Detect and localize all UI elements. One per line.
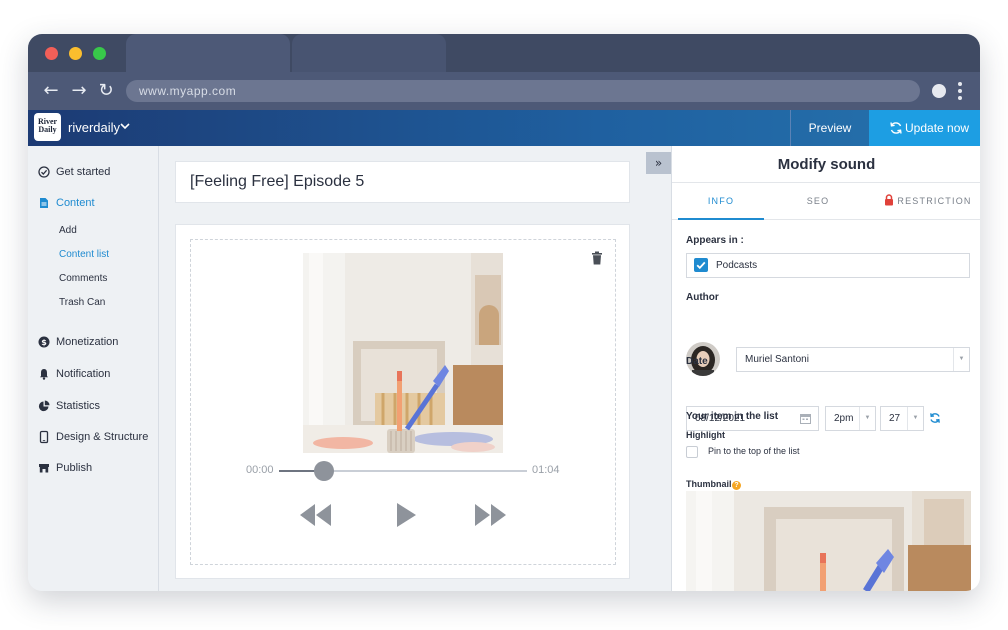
episode-title: [Feeling Free] Episode 5: [190, 173, 365, 190]
sidebar-item-label: Statistics: [56, 400, 101, 412]
chevron-down-icon: ▼: [859, 407, 875, 430]
panel-title: Modify sound: [777, 156, 876, 173]
chevron-down-icon[interactable]: [120, 121, 130, 131]
sidebar-subitem-trash-can[interactable]: Trash Can: [59, 297, 105, 308]
phone-icon: [39, 430, 49, 444]
collapse-panel-button[interactable]: »: [646, 152, 671, 174]
tab-seo[interactable]: SEO: [776, 183, 860, 220]
sidebar-item-label: Publish: [56, 462, 93, 474]
appears-in-value: Podcasts: [716, 260, 758, 271]
forward-arrow-icon[interactable]: →: [68, 80, 90, 102]
duration-time: 01:04: [532, 464, 560, 476]
refresh-icon[interactable]: [929, 412, 941, 424]
lock-icon: [885, 194, 894, 206]
check-circle-icon: [38, 166, 50, 178]
browser-titlebar: [28, 34, 980, 72]
hour-select[interactable]: 2pm ▼: [825, 406, 876, 431]
seek-handle[interactable]: [313, 461, 334, 481]
back-arrow-icon[interactable]: ←: [40, 80, 62, 102]
sidebar-item-label: Content: [56, 197, 95, 209]
trash-icon[interactable]: [591, 251, 603, 265]
sidebar-item-label: Get started: [56, 166, 111, 178]
checkmark-icon: [696, 261, 706, 270]
minute-value: 27: [889, 413, 901, 424]
app-header: River Daily riverdaily Preview Update no…: [28, 110, 980, 146]
panel-tabs: INFO SEO RESTRICTION: [672, 182, 980, 220]
play-icon[interactable]: [394, 502, 418, 528]
date-label: Date: [686, 356, 708, 367]
browser-window: ← → ↻ www.myapp.com River Daily riverdai…: [28, 34, 980, 591]
browser-tab-inactive[interactable]: [292, 34, 446, 72]
audio-player-card: 00:00 01:04: [175, 224, 630, 579]
author-value: Muriel Santoni: [745, 354, 809, 365]
sync-icon: [890, 122, 902, 134]
maximize-window-button[interactable]: [93, 47, 106, 60]
preview-button[interactable]: Preview: [790, 110, 869, 146]
appears-in-field[interactable]: Podcasts: [686, 253, 970, 278]
profile-icon[interactable]: [932, 84, 946, 98]
minute-select[interactable]: 27 ▼: [880, 406, 924, 431]
update-now-label: Update now: [905, 121, 970, 135]
calendar-icon[interactable]: [800, 413, 811, 424]
browser-tab-active[interactable]: [126, 34, 290, 72]
site-switcher-label[interactable]: riverdaily: [68, 120, 120, 135]
help-icon[interactable]: ?: [732, 481, 741, 490]
thumbnail-label: Thumbnail: [686, 479, 732, 489]
app-logo: River Daily: [34, 113, 61, 141]
author-select[interactable]: Muriel Santoni ▼: [736, 347, 970, 372]
episode-cover-image: [303, 253, 503, 453]
highlight-label: Highlight: [686, 430, 725, 440]
browser-toolbar: ← → ↻ www.myapp.com: [28, 72, 980, 110]
sidebar-subitem-content-list[interactable]: Content list: [59, 249, 109, 260]
podcasts-checkbox[interactable]: [694, 258, 708, 272]
reload-icon[interactable]: ↻: [95, 80, 117, 102]
properties-panel: Modify sound INFO SEO RESTRICTION Appear…: [671, 146, 980, 591]
editor-main: [Feeling Free] Episode 5 00:00 01:04: [160, 146, 671, 591]
sidebar-item-label: Monetization: [56, 336, 119, 348]
dollar-icon: $: [38, 336, 50, 348]
browser-menu-icon[interactable]: [957, 81, 963, 101]
minimize-window-button[interactable]: [69, 47, 82, 60]
hour-value: 2pm: [834, 413, 854, 424]
appears-in-label: Appears in :: [686, 235, 744, 246]
author-label: Author: [686, 292, 719, 303]
list-section-label: Your item in the list: [686, 411, 779, 422]
tab-restriction[interactable]: RESTRICTION: [878, 183, 978, 220]
rewind-icon[interactable]: [299, 502, 333, 528]
document-icon: [40, 198, 48, 208]
sidebar-subitem-comments[interactable]: Comments: [59, 273, 107, 284]
tab-info[interactable]: INFO: [678, 183, 764, 220]
pin-to-top-label: Pin to the top of the list: [708, 446, 800, 456]
close-window-button[interactable]: [45, 47, 58, 60]
address-bar[interactable]: www.myapp.com: [126, 80, 920, 102]
pie-chart-icon: [38, 400, 50, 412]
thumbnail-image[interactable]: [686, 491, 971, 591]
chevron-down-icon: ▼: [953, 348, 969, 371]
bell-icon: [40, 369, 48, 380]
chevron-down-icon: ▼: [907, 407, 923, 430]
store-icon: [39, 464, 49, 473]
tab-restriction-label: RESTRICTION: [897, 196, 972, 206]
svg-text:$: $: [41, 338, 47, 347]
sidebar: Get started Content Add Content list Com…: [28, 146, 159, 591]
audio-drop-zone[interactable]: 00:00 01:04: [190, 239, 616, 565]
pin-to-top-checkbox[interactable]: [686, 446, 698, 458]
sidebar-item-label: Design & Structure: [56, 431, 149, 443]
sidebar-subitem-add[interactable]: Add: [59, 225, 77, 236]
current-time: 00:00: [246, 464, 274, 476]
update-now-button[interactable]: Update now: [869, 110, 980, 146]
title-field[interactable]: [Feeling Free] Episode 5: [175, 161, 630, 203]
sidebar-item-label: Notification: [56, 368, 111, 380]
fast-forward-icon[interactable]: [473, 502, 507, 528]
